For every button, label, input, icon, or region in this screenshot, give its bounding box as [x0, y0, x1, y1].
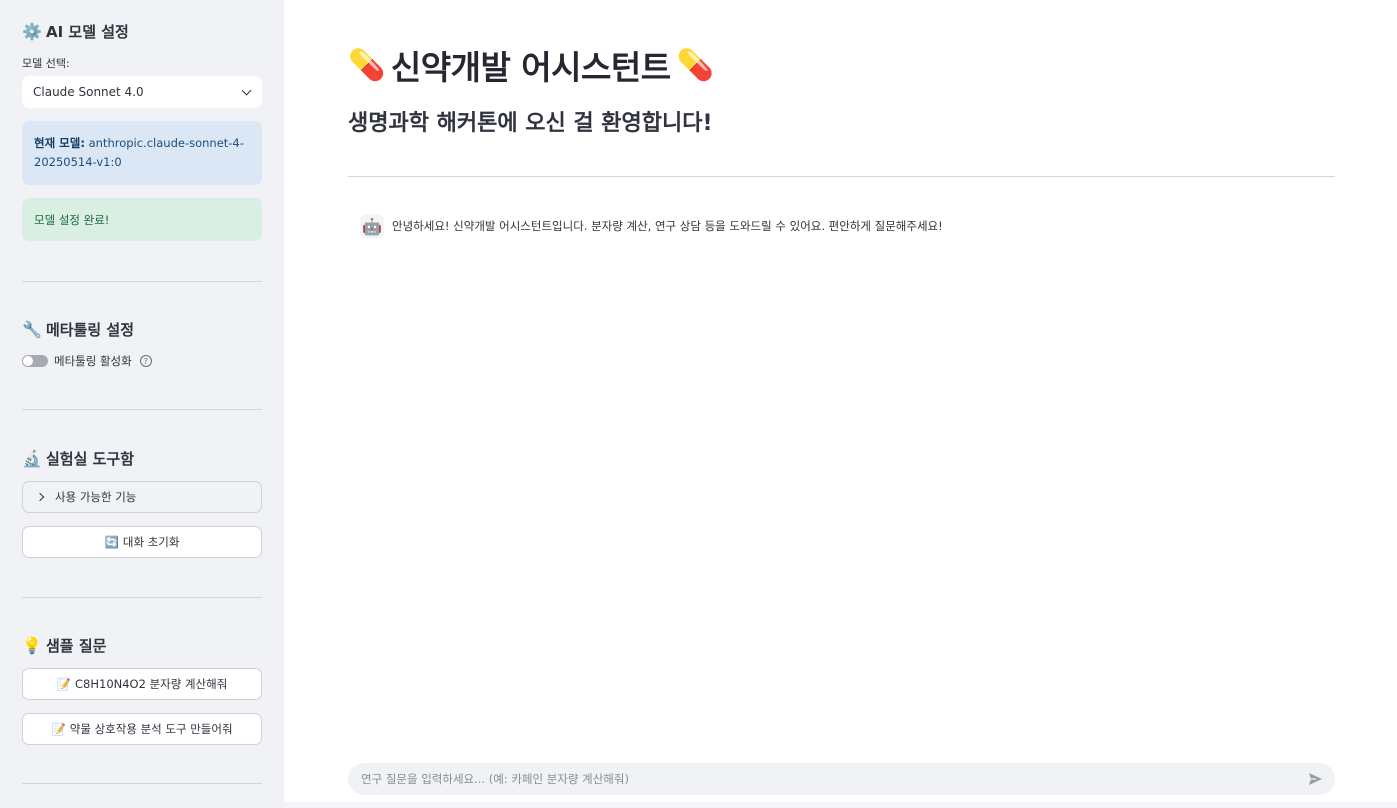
- refresh-icon: 🔄: [104, 535, 119, 549]
- current-model-info: 현재 모델: anthropic.claude-sonnet-4-2025051…: [22, 121, 262, 185]
- metatool-toggle-row: 메타툴링 활성화 ?: [22, 352, 152, 370]
- lightbulb-icon: 💡: [22, 635, 42, 655]
- reset-chat-button[interactable]: 🔄 대화 초기화: [22, 526, 262, 558]
- divider: [22, 783, 262, 784]
- chat-input-container: [348, 763, 1335, 795]
- metatool-toggle[interactable]: [22, 355, 48, 367]
- toggle-knob: [23, 356, 33, 366]
- memo-icon: 📝: [56, 677, 72, 691]
- divider: [22, 597, 262, 598]
- model-success-alert: 모델 설정 완료!: [22, 198, 262, 241]
- wrench-icon: 🔧: [22, 319, 42, 339]
- chevron-right-icon: [35, 492, 45, 502]
- current-model-label: 현재 모델:: [34, 136, 85, 150]
- sample-question-label: 약물 상호작용 분석 도구 만들어줘: [69, 722, 233, 736]
- page-subtitle: 생명과학 해커톤에 오신 걸 환영합니다!: [348, 111, 713, 136]
- metatool-settings-heading: 🔧 메타툴링 설정: [22, 318, 134, 340]
- robot-icon: 🤖: [362, 216, 382, 236]
- available-features-expander[interactable]: 사용 가능한 기능: [22, 481, 262, 513]
- divider: [22, 281, 262, 282]
- metatool-settings-title: 메타툴링 설정: [46, 320, 135, 339]
- assistant-avatar: 🤖: [360, 214, 384, 238]
- help-icon[interactable]: ?: [139, 355, 152, 367]
- sample-questions-heading: 💡 샘플 질문: [22, 634, 106, 656]
- model-select[interactable]: Claude Sonnet 4.0: [22, 76, 262, 108]
- bottom-bar: [284, 802, 1397, 808]
- model-success-text: 모델 설정 완료!: [34, 212, 110, 227]
- chevron-down-icon: [241, 85, 252, 95]
- model-settings-title: AI 모델 설정: [46, 22, 129, 41]
- model-select-value: Claude Sonnet 4.0: [33, 85, 144, 99]
- chat-input[interactable]: [361, 772, 1307, 786]
- sample-questions-title: 샘플 질문: [46, 636, 107, 655]
- assistant-message: 🤖 안녕하세요! 신약개발 어시스턴트입니다. 분자량 계산, 연구 상담 등을…: [360, 214, 943, 238]
- lab-tools-title: 실험실 도구함: [46, 449, 135, 468]
- memo-icon: 📝: [51, 722, 66, 736]
- pill-icon: 💊: [676, 47, 714, 83]
- assistant-message-text: 안녕하세요! 신약개발 어시스턴트입니다. 분자량 계산, 연구 상담 등을 도…: [392, 219, 943, 233]
- microscope-icon: 🔬: [22, 448, 42, 468]
- lab-tools-heading: 🔬 실험실 도구함: [22, 447, 134, 469]
- sample-question-button[interactable]: 📝 C8H10N4O2 분자량 계산해줘: [22, 668, 262, 700]
- expander-label: 사용 가능한 기능: [55, 490, 137, 504]
- model-settings-heading: ⚙️ AI 모델 설정: [22, 20, 129, 42]
- pill-icon: 💊: [348, 47, 385, 83]
- main-content: 💊 신약개발 어시스턴트 💊 생명과학 해커톤에 오신 걸 환영합니다! 🤖 안…: [284, 0, 1397, 808]
- model-select-label: 모델 선택:: [22, 57, 70, 70]
- reset-chat-label: 대화 초기화: [122, 535, 180, 549]
- divider: [22, 409, 262, 410]
- sample-question-button[interactable]: 📝 약물 상호작용 분석 도구 만들어줘: [22, 713, 262, 745]
- sample-question-label: C8H10N4O2 분자량 계산해줘: [75, 677, 228, 691]
- send-icon[interactable]: [1307, 771, 1323, 787]
- divider: [348, 176, 1335, 177]
- page-title-text: 신약개발 어시스턴트: [390, 48, 671, 87]
- gear-icon: ⚙️: [22, 21, 42, 41]
- page-title: 💊 신약개발 어시스턴트 💊: [348, 42, 714, 88]
- sidebar: ⚙️ AI 모델 설정 모델 선택: Claude Sonnet 4.0 현재 …: [0, 0, 284, 808]
- metatool-toggle-label: 메타툴링 활성화: [54, 354, 132, 368]
